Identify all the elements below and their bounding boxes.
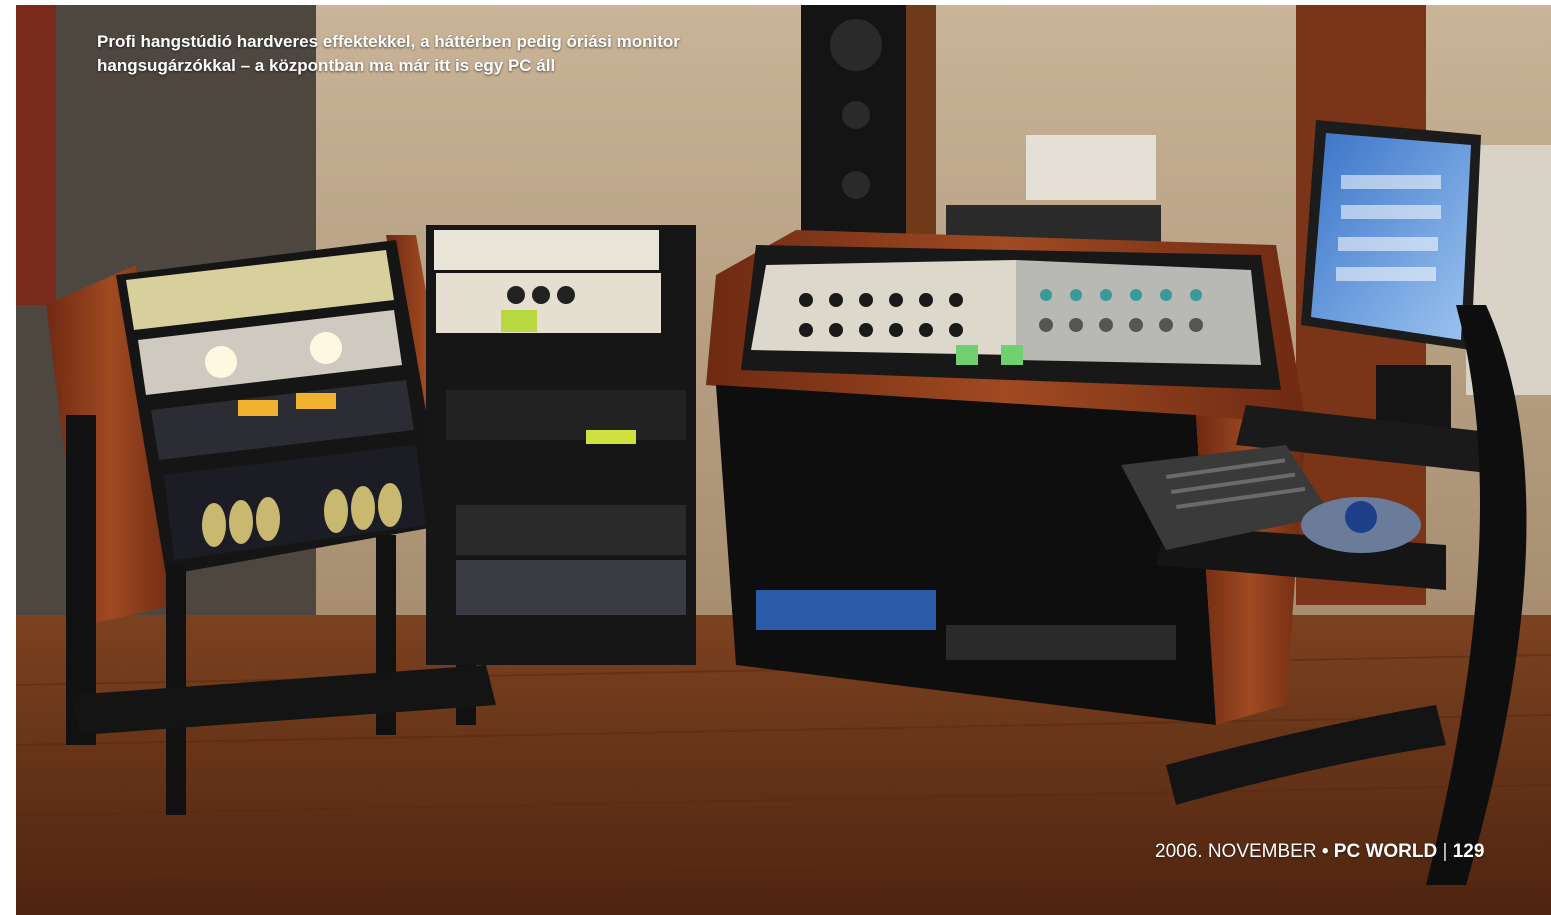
studio-scene	[16, 5, 1551, 915]
power-unit	[1026, 135, 1156, 200]
red-curtain	[16, 5, 56, 305]
caption-line-1: Profi hangstúdió hardveres effektekkel, …	[97, 32, 680, 51]
folio-bullet: •	[1321, 841, 1329, 862]
middle-rack	[426, 225, 696, 665]
photo-caption: Profi hangstúdió hardveres effektekkel, …	[97, 30, 797, 78]
folio-separator: |	[1442, 841, 1448, 862]
folio-magazine: PC WORLD	[1333, 841, 1438, 862]
caption-line-2: hangsugárzókkal – a központban ma már it…	[97, 56, 556, 75]
lcd-monitor	[1301, 120, 1481, 350]
studio-photo	[16, 5, 1551, 915]
folio-date: 2006. NOVEMBER	[1155, 841, 1317, 862]
page-folio: 2006. NOVEMBER • PC WORLD | 129	[1155, 840, 1484, 864]
folio-page-number: 129	[1452, 841, 1485, 862]
